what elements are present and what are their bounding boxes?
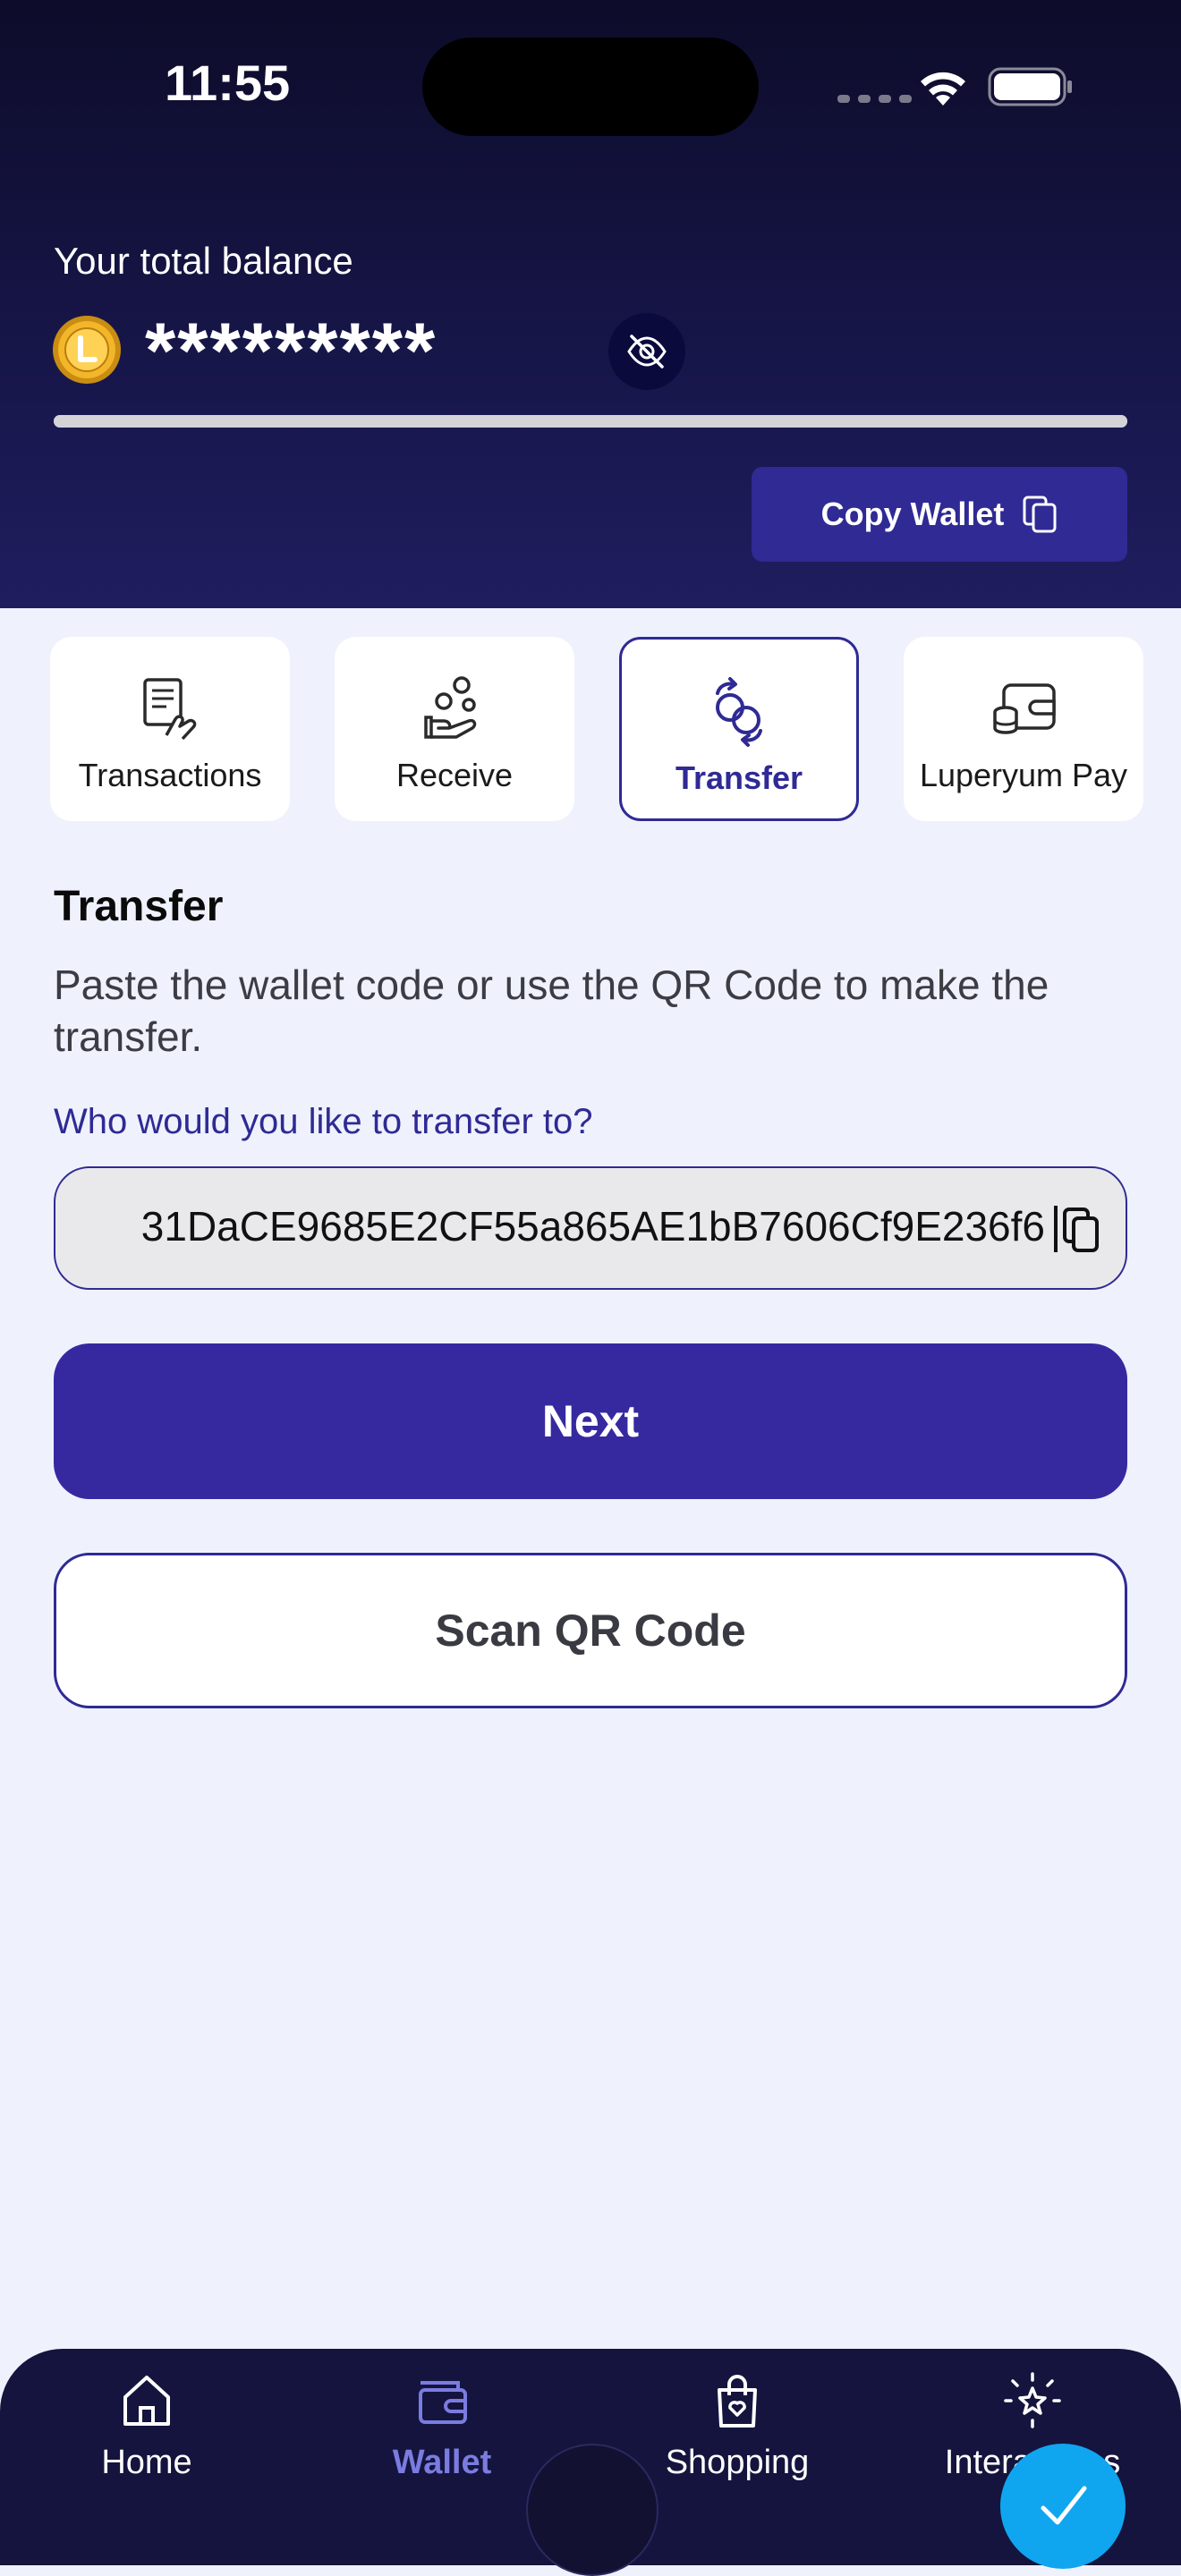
tab-receive[interactable]: Receive bbox=[335, 637, 574, 821]
balance-progress-fill bbox=[54, 415, 1127, 428]
wallet-icon bbox=[419, 2381, 467, 2424]
wifi-icon bbox=[921, 72, 965, 106]
scan-qr-button[interactable]: Scan QR Code bbox=[54, 1553, 1127, 1708]
home-icon bbox=[123, 2376, 170, 2426]
receive-icon bbox=[424, 676, 477, 739]
interactions-icon bbox=[1004, 2372, 1061, 2428]
section-title: Transfer bbox=[54, 883, 224, 930]
nav-shopping-label: Shopping bbox=[665, 2444, 810, 2481]
tab-transfer-label: Transfer bbox=[675, 759, 803, 796]
transfer-icon bbox=[716, 677, 762, 747]
tab-luperyum-pay[interactable]: Luperyum Pay bbox=[904, 637, 1143, 821]
transactions-icon bbox=[143, 678, 197, 741]
wallet-code-input[interactable]: 31DaCE9685E2CF55a865AE1bB7606Cf9E236f6 bbox=[54, 1166, 1127, 1290]
coin-icon bbox=[53, 316, 121, 384]
shopping-bag-icon bbox=[718, 2375, 757, 2428]
recipient-field-label: Who would you like to transfer to? bbox=[54, 1102, 593, 1141]
wallet-header: 11:55 Your total balance ********* Copy … bbox=[0, 0, 1181, 608]
nav-wallet-label: Wallet bbox=[392, 2444, 492, 2481]
nav-shopping[interactable]: Shopping bbox=[630, 2370, 845, 2482]
status-time: 11:55 bbox=[165, 55, 291, 111]
paste-icon[interactable] bbox=[1047, 1200, 1104, 1258]
copy-wallet-button[interactable]: Copy Wallet bbox=[752, 467, 1127, 562]
dynamic-island bbox=[422, 38, 759, 136]
nav-home-label: Home bbox=[101, 2444, 192, 2481]
eye-off-icon bbox=[627, 335, 667, 369]
confirm-fab-button[interactable] bbox=[1000, 2444, 1126, 2569]
balance-value: ********* bbox=[145, 306, 438, 394]
wallet-code-value: 31DaCE9685E2CF55a865AE1bB7606Cf9E236f6 bbox=[140, 1203, 1045, 1250]
tab-receive-label: Receive bbox=[395, 757, 514, 793]
tab-luperyum-pay-label: Luperyum Pay bbox=[919, 757, 1128, 793]
wallet-pay-icon bbox=[993, 683, 1056, 734]
next-button[interactable]: Next bbox=[54, 1343, 1127, 1499]
home-indicator[interactable] bbox=[526, 2444, 658, 2576]
tab-transactions-label: Transactions bbox=[78, 757, 262, 793]
checkmark-icon bbox=[1041, 2486, 1087, 2525]
signal-icon bbox=[837, 95, 912, 103]
toggle-balance-visibility-button[interactable] bbox=[608, 313, 685, 390]
copy-wallet-label: Copy Wallet bbox=[820, 496, 1005, 532]
section-description: Paste the wallet code or use the QR Code… bbox=[54, 962, 1049, 1060]
balance-label: Your total balance bbox=[54, 240, 353, 282]
nav-home[interactable]: Home bbox=[39, 2370, 254, 2482]
nav-wallet[interactable]: Wallet bbox=[335, 2370, 549, 2482]
tab-transfer[interactable]: Transfer bbox=[619, 637, 859, 821]
battery-icon bbox=[988, 67, 1072, 106]
copy-icon bbox=[1023, 496, 1057, 533]
tab-transactions[interactable]: Transactions bbox=[50, 637, 290, 821]
balance-progress-bar bbox=[54, 415, 1127, 428]
